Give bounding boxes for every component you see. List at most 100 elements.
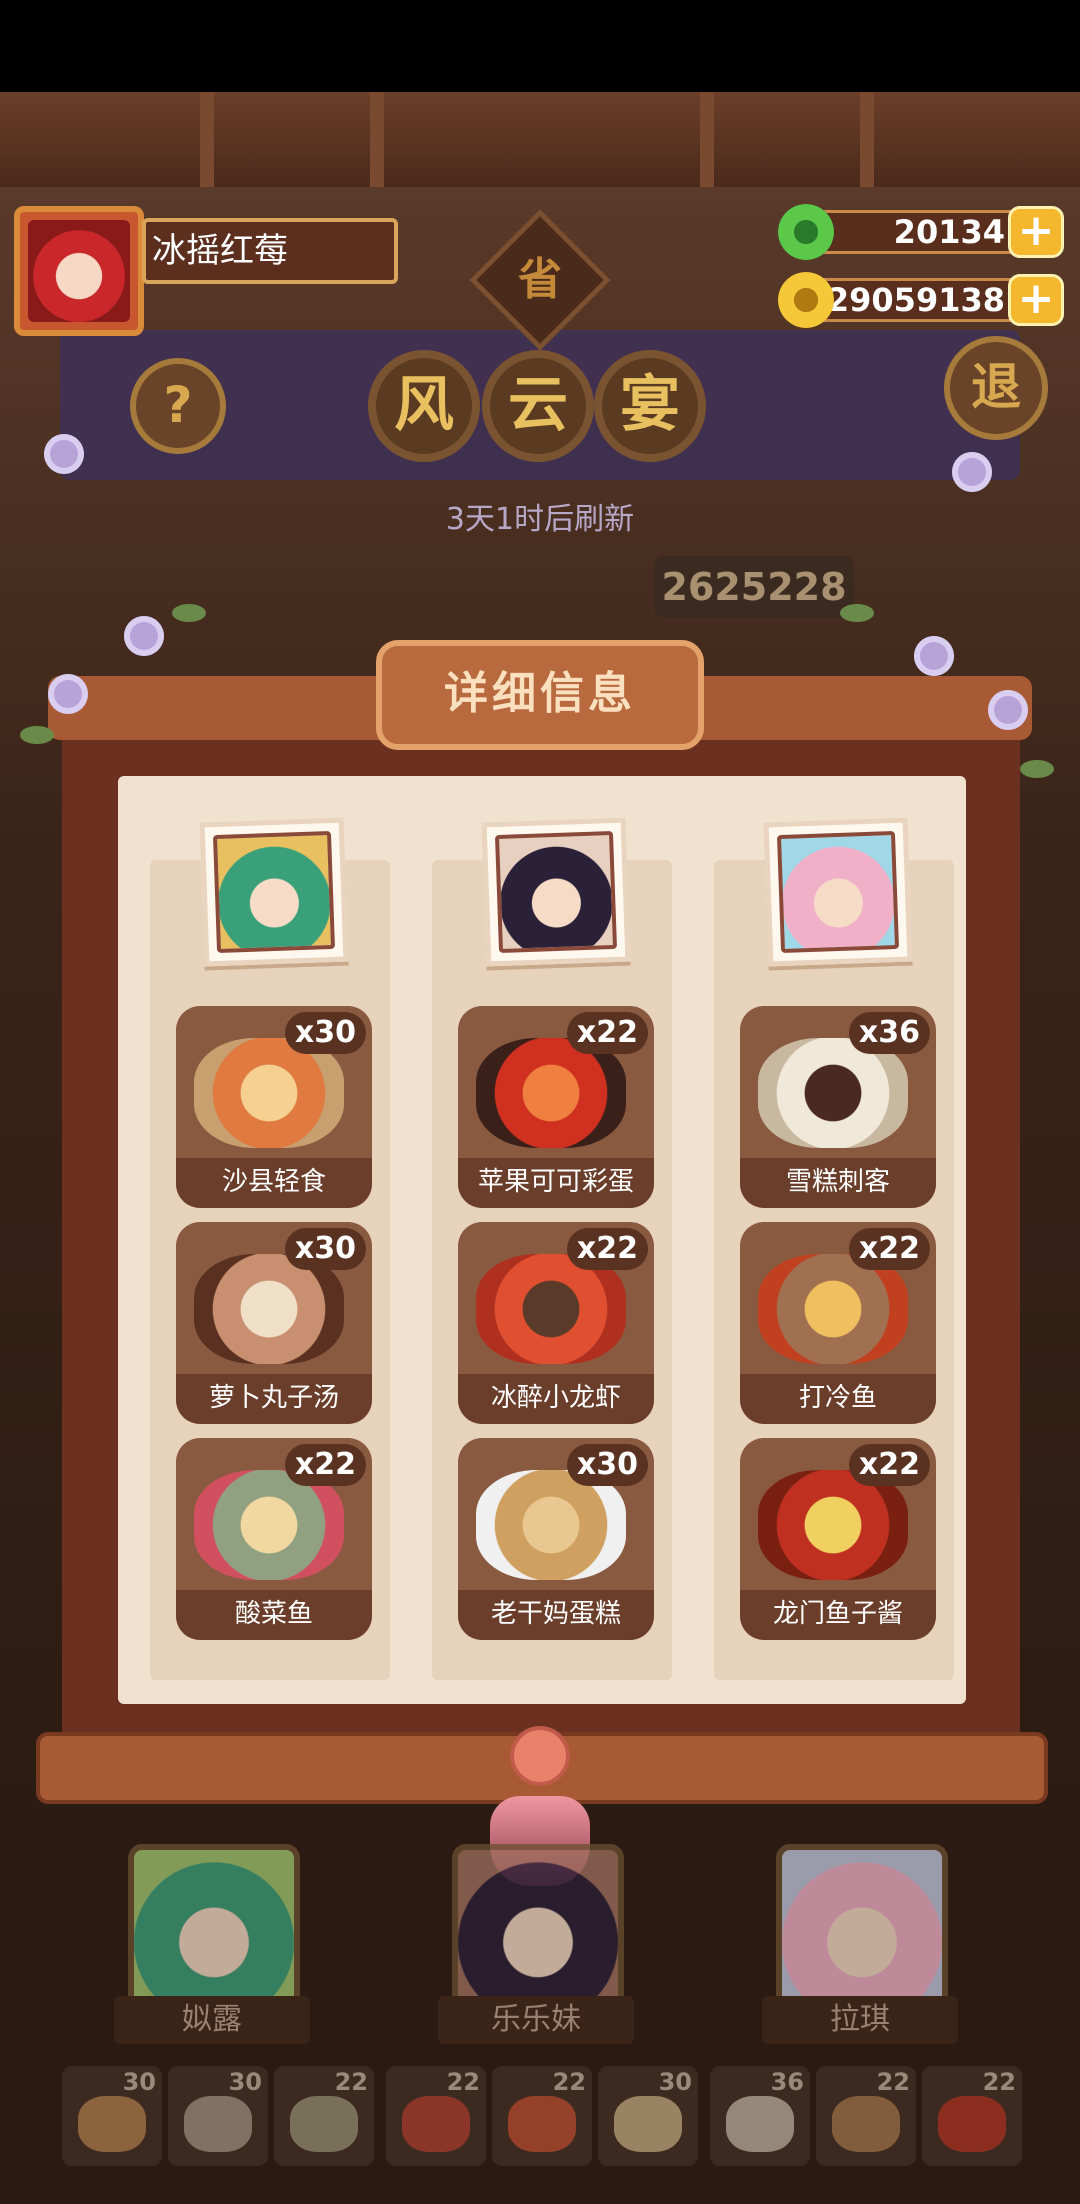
dish-icon [402, 2096, 470, 2152]
leaf-decoration [840, 604, 874, 622]
flower-decoration [952, 452, 992, 492]
dish-count: x30 [566, 1444, 648, 1486]
dish-slot[interactable]: 22 [274, 2066, 374, 2166]
gold-coin-icon [778, 272, 834, 328]
dish-count: x36 [848, 1012, 930, 1054]
exit-button[interactable]: 退 [944, 336, 1048, 440]
character-select-3[interactable] [776, 1844, 948, 2010]
dish-icon [726, 2096, 794, 2152]
dish-name: 冰醉小龙虾 [458, 1374, 654, 1424]
character-select-2[interactable] [452, 1844, 624, 2010]
portrait-image [494, 830, 618, 954]
dish-count: x30 [284, 1012, 366, 1054]
banner-char-1: 风 [368, 350, 480, 462]
dish-icon [476, 1038, 626, 1148]
dish-icon [194, 1470, 344, 1580]
dish-icon [508, 2096, 576, 2152]
score-display: 2625228 [654, 556, 854, 618]
flower-decoration [124, 616, 164, 656]
dish-icon [758, 1470, 908, 1580]
dish-icon [290, 2096, 358, 2152]
dish-card[interactable]: x22 酸菜鱼 [176, 1438, 372, 1640]
dish-slot[interactable]: 30 [168, 2066, 268, 2166]
dish-name: 雪糕刺客 [740, 1158, 936, 1208]
slot-count: 36 [770, 2068, 804, 2096]
gold-currency: 29059138 + [778, 272, 1068, 328]
dish-name: 酸菜鱼 [176, 1590, 372, 1640]
dish-card[interactable]: x36 雪糕刺客 [740, 1006, 936, 1208]
dish-icon [758, 1038, 908, 1148]
beam-truss [200, 92, 214, 187]
flower-decoration [988, 690, 1028, 730]
dish-card[interactable]: x30 沙县轻食 [176, 1006, 372, 1208]
dish-icon [184, 2096, 252, 2152]
dish-slot[interactable]: 22 [816, 2066, 916, 2166]
slot-count: 22 [446, 2068, 480, 2096]
dish-slot[interactable]: 22 [922, 2066, 1022, 2166]
add-jade-button[interactable]: + [1008, 206, 1064, 258]
slot-count: 22 [552, 2068, 586, 2096]
character-name-3: 拉琪 [762, 1996, 958, 2044]
character-select-1[interactable] [128, 1844, 300, 2010]
jade-amount: 20134 [802, 210, 1032, 254]
add-gold-button[interactable]: + [1008, 274, 1064, 326]
dish-icon [476, 1254, 626, 1364]
wooden-beam [0, 92, 1080, 193]
leaf-decoration [1020, 760, 1054, 778]
leaf-decoration [20, 726, 54, 744]
character-name-1: 姒露 [114, 1996, 310, 2044]
dish-slot[interactable]: 36 [710, 2066, 810, 2166]
portrait-image [212, 830, 336, 954]
slot-count: 22 [334, 2068, 368, 2096]
dish-icon [758, 1254, 908, 1364]
character-name-2: 乐乐妹 [438, 1996, 634, 2044]
player-avatar[interactable] [14, 206, 144, 336]
dish-count: x30 [284, 1228, 366, 1270]
dish-card[interactable]: x22 苹果可可彩蛋 [458, 1006, 654, 1208]
dish-count: x22 [848, 1444, 930, 1486]
dish-count: x22 [284, 1444, 366, 1486]
beam-truss [700, 92, 714, 187]
dish-slot[interactable]: 22 [386, 2066, 486, 2166]
character-portrait-3[interactable] [763, 817, 913, 967]
refresh-timer: 3天1时后刷新 [445, 502, 635, 537]
slot-count: 22 [876, 2068, 910, 2096]
flower-decoration [914, 636, 954, 676]
portrait-image [776, 830, 900, 954]
province-label: 省 [518, 254, 562, 305]
banner-char-2: 云 [482, 350, 594, 462]
dish-slot[interactable]: 30 [598, 2066, 698, 2166]
player-name: 冰摇红莓 [142, 218, 398, 284]
beam-truss [370, 92, 384, 187]
character-portrait-2[interactable] [481, 817, 631, 967]
help-button[interactable]: ? [130, 358, 226, 454]
dish-card[interactable]: x22 龙门鱼子酱 [740, 1438, 936, 1640]
flower-decoration [44, 434, 84, 474]
dish-name: 打冷鱼 [740, 1374, 936, 1424]
dish-card[interactable]: x30 老干妈蛋糕 [458, 1438, 654, 1640]
dish-icon [614, 2096, 682, 2152]
detail-title: 详细信息 [376, 640, 704, 750]
leaf-decoration [172, 604, 206, 622]
tassel-knot [510, 1726, 570, 1786]
dish-name: 老干妈蛋糕 [458, 1590, 654, 1640]
slot-count: 30 [122, 2068, 156, 2096]
dish-count: x22 [848, 1228, 930, 1270]
dish-card[interactable]: x22 打冷鱼 [740, 1222, 936, 1424]
character-portrait-1[interactable] [199, 817, 349, 967]
jade-icon [778, 204, 834, 260]
slot-count: 22 [982, 2068, 1016, 2096]
slot-count: 30 [228, 2068, 262, 2096]
dish-count: x22 [566, 1228, 648, 1270]
dish-icon [938, 2096, 1006, 2152]
jade-currency: 20134 + [778, 204, 1068, 260]
dish-icon [476, 1470, 626, 1580]
beam-truss [860, 92, 874, 187]
dish-icon [194, 1254, 344, 1364]
dish-card[interactable]: x22 冰醉小龙虾 [458, 1222, 654, 1424]
slot-count: 30 [658, 2068, 692, 2096]
dish-card[interactable]: x30 萝卜丸子汤 [176, 1222, 372, 1424]
dish-name: 龙门鱼子酱 [740, 1590, 936, 1640]
dish-slot[interactable]: 30 [62, 2066, 162, 2166]
dish-slot[interactable]: 22 [492, 2066, 592, 2166]
